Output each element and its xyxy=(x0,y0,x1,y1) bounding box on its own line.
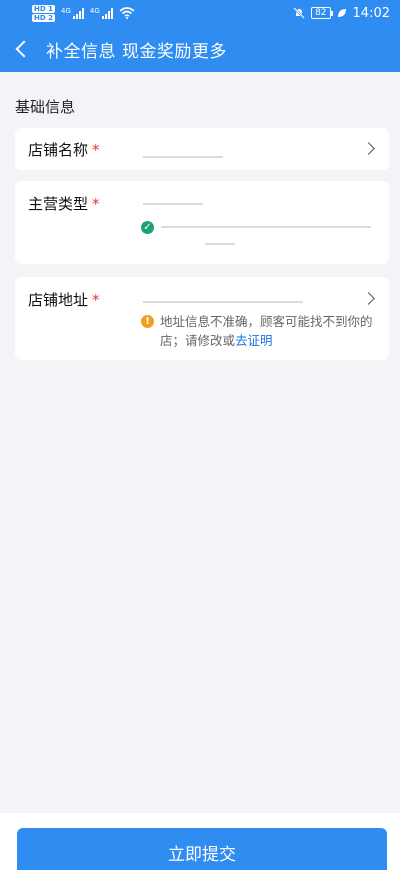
wifi-icon xyxy=(119,7,135,19)
required-mark: * xyxy=(92,195,100,213)
store-address-value-redacted xyxy=(143,301,303,303)
store-address-row[interactable]: 店铺地址 * ! 地址信息不准确，顾客可能找不到你的店；请修改或去证明 xyxy=(15,277,389,360)
status-right: 82 14:02 xyxy=(293,6,390,21)
hd2-badge: HD 2 xyxy=(32,13,55,22)
submit-button[interactable]: 立即提交 xyxy=(17,828,387,870)
business-type-label: 主营类型 xyxy=(28,195,89,213)
status-bar: HD 1 HD 2 4G 4G 82 14:02 xyxy=(0,0,400,26)
address-warning-text-wrap: 地址信息不准确，顾客可能找不到你的店；请修改或去证明 xyxy=(160,312,381,350)
signal-1-label: 4G xyxy=(60,7,71,15)
mute-bell-icon xyxy=(293,7,305,19)
leaf-icon xyxy=(337,9,346,17)
hd1-badge: HD 1 xyxy=(32,4,55,13)
section-title: 基础信息 xyxy=(15,98,76,116)
store-name-value-redacted xyxy=(143,156,223,158)
business-type-value-redacted xyxy=(143,203,203,205)
business-type-hint-redacted-2 xyxy=(205,243,235,245)
signal-2-icon: 4G xyxy=(90,7,113,19)
chevron-right-icon xyxy=(362,142,375,155)
clock: 14:02 xyxy=(352,5,390,21)
status-left: HD 1 HD 2 4G 4G xyxy=(32,4,135,22)
store-name-label-group: 店铺名称 * xyxy=(28,139,100,160)
prove-link[interactable]: 去证明 xyxy=(235,333,273,348)
page-title: 补全信息 现金奖励更多 xyxy=(46,41,227,62)
hd-indicators: HD 1 HD 2 xyxy=(32,4,55,22)
address-warning: ! 地址信息不准确，顾客可能找不到你的店；请修改或去证明 xyxy=(141,312,381,350)
business-type-row[interactable]: 主营类型 * ✓ xyxy=(15,181,389,264)
store-name-row[interactable]: 店铺名称 * xyxy=(15,128,389,170)
business-type-label-group: 主营类型 * xyxy=(28,193,100,214)
success-check-icon: ✓ xyxy=(141,221,154,234)
battery-indicator: 82 xyxy=(311,7,334,19)
required-mark: * xyxy=(92,291,100,309)
required-mark: * xyxy=(92,141,100,159)
nav-bar: 补全信息 现金奖励更多 xyxy=(0,26,400,72)
store-name-label: 店铺名称 xyxy=(28,141,89,159)
store-address-label-group: 店铺地址 * xyxy=(28,289,100,310)
chevron-right-icon xyxy=(362,292,375,305)
store-address-label: 店铺地址 xyxy=(28,291,89,309)
bottom-bar: 立即提交 xyxy=(0,813,400,870)
warning-icon: ! xyxy=(141,315,154,328)
business-type-hint-redacted xyxy=(161,226,371,228)
back-arrow-icon[interactable] xyxy=(15,40,33,58)
signal-1-icon: 4G xyxy=(61,7,84,19)
signal-2-label: 4G xyxy=(89,7,100,15)
app-header: HD 1 HD 2 4G 4G 82 14:02 补全信息 现金奖励更多 xyxy=(0,0,400,72)
